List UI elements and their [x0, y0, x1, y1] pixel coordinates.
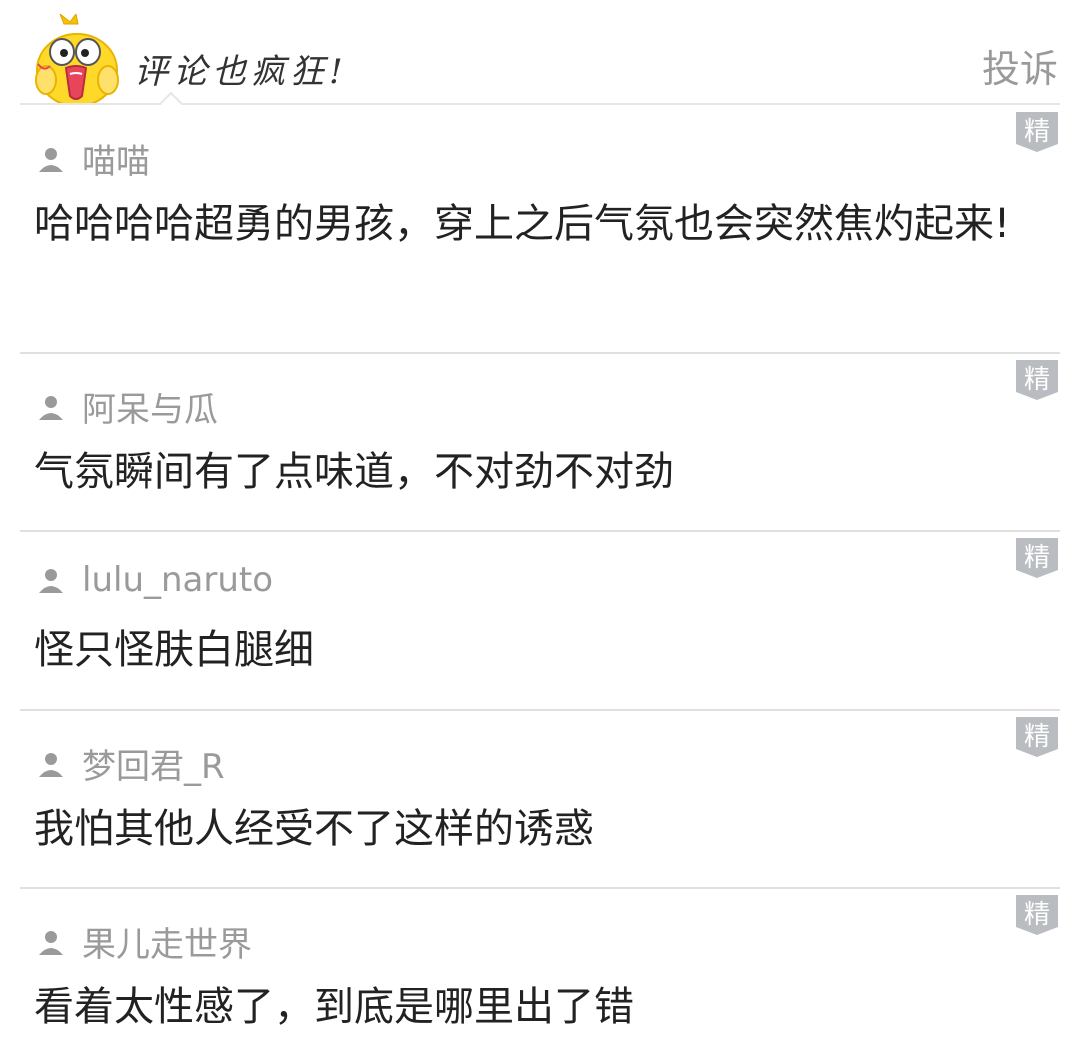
- featured-badge-icon: 精: [1016, 717, 1058, 757]
- mascot-chick-icon: [35, 14, 119, 104]
- comment-author[interactable]: 果儿走世界: [38, 917, 252, 966]
- comment-divider: [20, 709, 1060, 711]
- header-title: 评论也疯狂!: [134, 52, 348, 92]
- svg-text:精: 精: [1024, 543, 1050, 573]
- comment-text: 我怕其他人经受不了这样的诱惑: [34, 806, 594, 852]
- svg-text:精: 精: [1024, 117, 1050, 147]
- comment-divider: [20, 352, 1060, 354]
- comments-header: 评论也疯狂! 投诉: [0, 0, 1080, 115]
- featured-badge-icon: 精: [1016, 112, 1058, 152]
- comment-divider: [20, 887, 1060, 889]
- svg-text:精: 精: [1024, 722, 1050, 752]
- user-icon: [39, 395, 63, 420]
- comment-author[interactable]: lulu_naruto: [38, 560, 273, 600]
- user-icon: [39, 752, 63, 777]
- featured-badge-icon: 精: [1016, 895, 1058, 935]
- report-button[interactable]: 投诉: [982, 38, 1058, 93]
- comment-author-name: 喵喵: [82, 142, 150, 182]
- comment-divider: [20, 530, 1060, 532]
- comment-text: 哈哈哈哈超勇的男孩，穿上之后气氛也会突然焦灼起来!: [34, 201, 1011, 247]
- comment-author-name: 梦回君_R: [82, 747, 225, 787]
- comment-item: 精 喵喵 哈哈哈哈超勇的男孩，穿上之后气氛也会突然焦灼起来!: [20, 104, 1060, 354]
- featured-badge-icon: 精: [1016, 538, 1058, 578]
- user-icon: [39, 569, 63, 593]
- comment-author[interactable]: 阿呆与瓜: [38, 382, 218, 431]
- comment-author-name: 阿呆与瓜: [82, 390, 218, 430]
- user-icon: [39, 147, 63, 172]
- comment-item: 精 阿呆与瓜 气氛瞬间有了点味道，不对劲不对劲: [20, 352, 1060, 532]
- featured-badge-icon: 精: [1016, 360, 1058, 400]
- comment-item: 精 lulu_naruto 怪只怪肤白腿细: [20, 530, 1060, 710]
- comment-author-name: 果儿走世界: [82, 925, 252, 965]
- user-icon: [39, 930, 63, 955]
- svg-text:精: 精: [1024, 900, 1050, 930]
- svg-text:精: 精: [1024, 365, 1050, 395]
- comment-text: 怪只怪肤白腿细: [34, 627, 314, 673]
- comment-author[interactable]: 梦回君_R: [38, 739, 225, 788]
- comment-text: 看着太性感了，到底是哪里出了错: [34, 984, 634, 1030]
- comment-text: 气氛瞬间有了点味道，不对劲不对劲: [34, 449, 674, 495]
- comment-author[interactable]: 喵喵: [38, 134, 150, 183]
- comment-item: 精 果儿走世界 看着太性感了，到底是哪里出了错: [20, 887, 1060, 1047]
- comment-item: 精 梦回君_R 我怕其他人经受不了这样的诱惑: [20, 709, 1060, 889]
- comment-author-name: lulu_naruto: [82, 560, 274, 600]
